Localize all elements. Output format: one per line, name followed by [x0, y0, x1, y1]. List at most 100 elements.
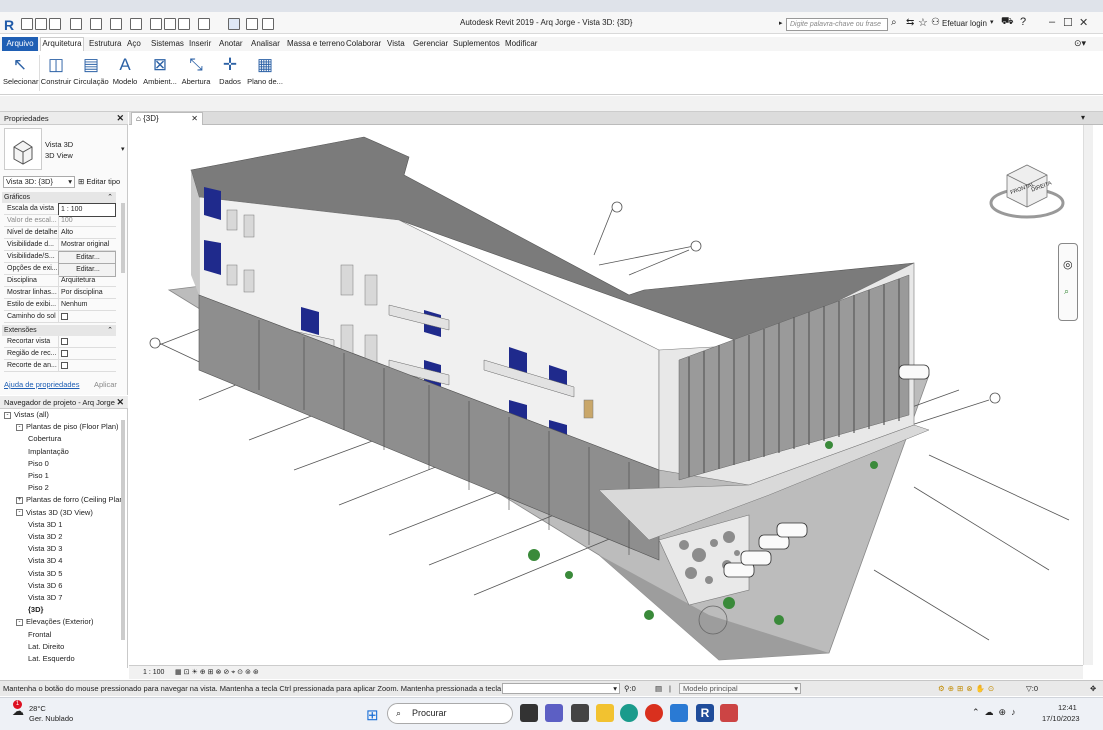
taskbar-search[interactable]: ⌕ Procurar	[387, 703, 513, 724]
teams-icon[interactable]	[545, 704, 563, 722]
clock-time[interactable]: 12:41	[1058, 703, 1077, 712]
chevron-right-icon[interactable]: ▸	[779, 19, 783, 27]
steering-wheel-icon[interactable]: ◎	[1063, 258, 1073, 271]
thin-lines-icon[interactable]	[228, 18, 240, 30]
revit-logo-icon[interactable]: R	[4, 17, 14, 33]
design-options-icon[interactable]: ▤	[655, 681, 662, 697]
tab-anotar[interactable]: Anotar	[219, 39, 243, 48]
revit-taskbar-icon[interactable]: R	[696, 704, 714, 722]
tree-item[interactable]: Vista 3D 5	[28, 569, 62, 578]
section-extents[interactable]: Extensões ⌃	[2, 325, 116, 336]
redo-icon[interactable]	[90, 18, 102, 30]
type-dropdown-icon[interactable]: ▾	[121, 145, 125, 153]
view-scale[interactable]: 1 : 100	[143, 666, 164, 679]
close-hidden-icon[interactable]	[246, 18, 258, 30]
section-graphics[interactable]: Gráficos ⌃	[2, 192, 116, 203]
tree-item[interactable]: Vista 3D 3	[28, 544, 62, 553]
browser-scrollbar[interactable]	[121, 420, 125, 640]
tag-icon[interactable]	[164, 18, 176, 30]
tab-modificar[interactable]: Modificar	[505, 39, 537, 48]
close-icon[interactable]: ✕	[116, 396, 124, 409]
browser-icon[interactable]	[645, 704, 663, 722]
sync-icon[interactable]	[49, 18, 61, 30]
filter-status[interactable]: ▽:0	[1026, 681, 1038, 697]
tree-item[interactable]: Vista 3D 6	[28, 581, 62, 590]
tree-item[interactable]: Vista 3D 7	[28, 593, 62, 602]
maximize-button[interactable]: ☐	[1063, 16, 1073, 29]
move-icon[interactable]: ✥	[1090, 681, 1096, 697]
build-button[interactable]: ◫ Construir	[40, 53, 72, 86]
properties-scrollbar[interactable]	[121, 203, 125, 273]
tree-item[interactable]: Piso 1	[28, 471, 49, 480]
selection-settings-icons[interactable]: ⚙⊕⊞⊗✋⊙	[938, 681, 997, 697]
model-button[interactable]: A Modelo	[110, 53, 140, 86]
windows-start-icon[interactable]: ⊞	[366, 706, 379, 724]
undo-icon[interactable]	[70, 18, 82, 30]
tree-item[interactable]: Frontal	[28, 630, 51, 639]
tab-3d-view[interactable]: ⌂ {3D} ✕	[131, 112, 203, 125]
exchange-icon[interactable]: ⇆	[906, 17, 914, 28]
close-button[interactable]: ✕	[1079, 16, 1088, 29]
tree-item[interactable]: + Plantas de forro (Ceiling Plan	[16, 495, 124, 504]
properties-help-link[interactable]: Ajuda de propriedades	[4, 380, 79, 389]
edit-type-button[interactable]: ⊞ Editar tipo	[78, 177, 120, 186]
design-option-select[interactable]: Modelo principal ▾	[679, 683, 801, 694]
annotation-crop-checkbox[interactable]	[61, 361, 68, 369]
weather-desc[interactable]: Ger. Nublado	[29, 714, 73, 723]
canvas-scrollbar[interactable]	[1083, 125, 1093, 665]
circulation-button[interactable]: ▤ Circulação	[73, 53, 109, 86]
expand-toggle-icon[interactable]: +	[16, 496, 23, 504]
sun-path-checkbox[interactable]	[61, 312, 68, 320]
crop-region-checkbox[interactable]	[61, 349, 68, 357]
app-icon[interactable]	[670, 704, 688, 722]
tab-analisar[interactable]: Analisar	[251, 39, 280, 48]
tree-item[interactable]: Piso 0	[28, 459, 49, 468]
ribbon-toggle-icon[interactable]: ⊙▾	[1074, 38, 1086, 49]
tab-inserir[interactable]: Inserir	[189, 39, 211, 48]
tab-aco[interactable]: Aço	[127, 39, 141, 48]
cart-icon[interactable]: ⛟	[1001, 16, 1014, 29]
expand-toggle-icon[interactable]: -	[16, 423, 23, 431]
tab-menu-icon[interactable]: ▾	[1081, 113, 1085, 122]
expand-toggle-icon[interactable]: -	[4, 411, 11, 419]
tree-item[interactable]: Implantação	[28, 447, 69, 456]
weather-temp[interactable]: 28°C	[29, 704, 46, 713]
tab-arquitetura[interactable]: Arquitetura	[40, 37, 84, 51]
tab-gerenciar[interactable]: Gerenciar	[413, 39, 448, 48]
view-control-icons[interactable]: ▦⊡☀⊕⊞⊗⊘⌖⊙⊚⊛	[175, 666, 261, 679]
user-icon[interactable]: ⚇	[931, 17, 940, 28]
help-search-input[interactable]: Digite palavra-chave ou frase	[786, 18, 888, 31]
workset-select[interactable]: ▾	[502, 683, 620, 694]
tree-item[interactable]: - Elevações (Exterior)	[16, 617, 94, 626]
clock-date[interactable]: 17/10/2023	[1042, 714, 1080, 723]
datum-button[interactable]: ✛ Dados	[215, 53, 245, 86]
tree-item[interactable]: Piso 2	[28, 483, 49, 492]
tab-sistemas[interactable]: Sistemas	[151, 39, 184, 48]
tree-item[interactable]: Vista 3D 1	[28, 520, 62, 529]
file-explorer-icon[interactable]	[596, 704, 614, 722]
tree-item[interactable]: Lat. Direito	[28, 642, 64, 651]
text-icon[interactable]	[178, 18, 190, 30]
tree-item[interactable]: Vista 3D 2	[28, 532, 62, 541]
edge-icon[interactable]	[620, 704, 638, 722]
save-icon[interactable]	[35, 18, 47, 30]
tree-item[interactable]: Lat. Esquerdo	[28, 654, 75, 663]
tree-item[interactable]: - Plantas de piso (Floor Plan)	[16, 422, 119, 431]
tab-colaborar[interactable]: Colaborar	[346, 39, 381, 48]
building-3d-model[interactable]	[129, 125, 1083, 665]
tab-massa-terreno[interactable]: Massa e terreno	[287, 39, 345, 48]
3d-view-icon[interactable]	[198, 18, 210, 30]
calculator-icon[interactable]	[571, 704, 589, 722]
task-view-icon[interactable]	[520, 704, 538, 722]
switch-windows-icon[interactable]	[262, 18, 274, 30]
dimension-icon[interactable]	[150, 18, 162, 30]
crop-view-checkbox[interactable]	[61, 337, 68, 345]
close-icon[interactable]: ✕	[116, 112, 124, 125]
tree-item[interactable]: Vista 3D 4	[28, 556, 62, 565]
room-button[interactable]: ⊠ Ambient...	[142, 53, 178, 86]
print-icon[interactable]	[110, 18, 122, 30]
tree-item[interactable]: Cobertura	[28, 434, 61, 443]
tree-item[interactable]: - Vistas (all)	[4, 410, 49, 419]
system-tray-icons[interactable]: ⌃☁⊕♪	[972, 707, 1021, 718]
help-icon[interactable]: ?	[1020, 16, 1026, 28]
